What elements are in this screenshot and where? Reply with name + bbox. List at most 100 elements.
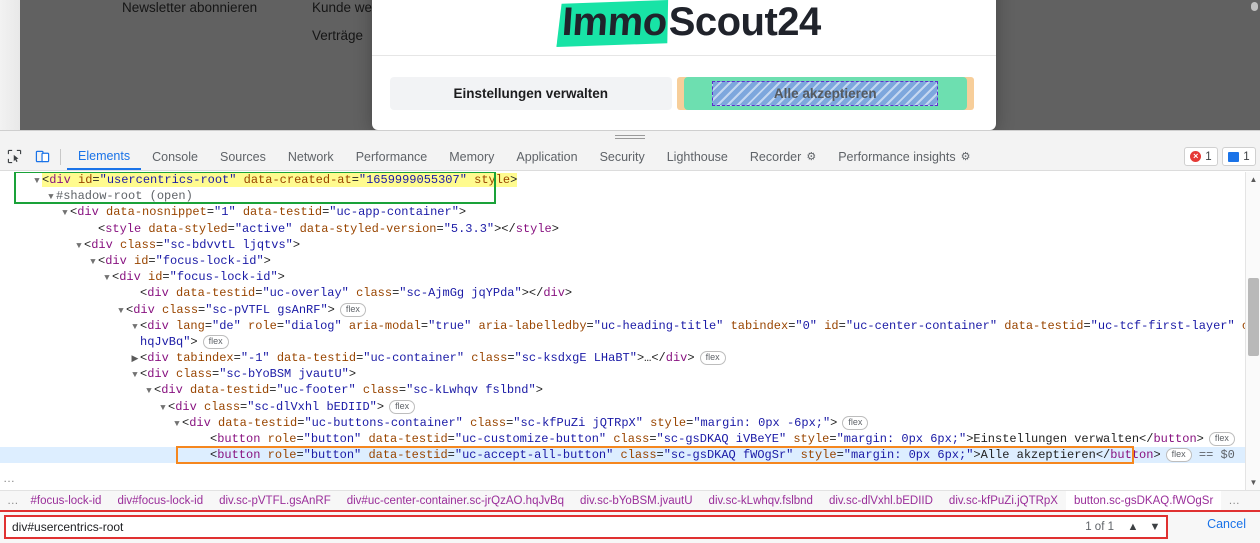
markup-token: "active" — [234, 221, 293, 236]
einstellungen-verwalten-button[interactable]: Einstellungen verwalten — [389, 76, 672, 110]
scroll-down-arrow-icon[interactable]: ▼ — [1246, 475, 1260, 490]
collapse-triangle-icon[interactable]: ▼ — [116, 303, 126, 319]
markup-token: div — [119, 270, 141, 285]
error-count-badge[interactable]: × 1 — [1184, 147, 1218, 166]
collapse-triangle-icon[interactable]: ▼ — [144, 383, 154, 399]
message-count-badge[interactable]: 1 — [1222, 147, 1256, 166]
markup-token: tabindex — [176, 351, 234, 366]
dom-tree-row[interactable]: ▼ <div data-nosnippet="1" data-testid="uc… — [0, 204, 1260, 220]
dom-tree-scrollbar[interactable]: ▲ ▼ — [1245, 172, 1260, 490]
dom-tree-row[interactable]: ▼ <div class="sc-bdvvtL ljqtvs"> — [0, 237, 1260, 253]
markup-token: lang — [176, 318, 205, 333]
dom-tree[interactable]: ▼ <div id="usercentrics-root" data-create… — [0, 172, 1260, 490]
breadcrumb-item[interactable]: div.sc-dlVxhl.bEDIID — [821, 491, 941, 510]
markup-token — [169, 319, 176, 333]
collapse-triangle-icon[interactable]: ▼ — [172, 416, 182, 432]
dom-tree-row[interactable]: <style data-styled="active" data-styled-… — [0, 221, 1260, 237]
flex-badge[interactable]: flex — [699, 351, 726, 366]
dom-tree-row[interactable]: ▼ <div lang="de" role="dialog" aria-modal… — [0, 318, 1260, 334]
markup-token: </ — [1139, 432, 1154, 446]
tab-console-label: Console — [152, 149, 198, 164]
flex-badge[interactable]: flex — [202, 334, 229, 349]
collapse-triangle-icon[interactable]: ▼ — [60, 205, 70, 221]
collapse-triangle-icon[interactable]: ▼ — [32, 173, 42, 189]
dom-tree-scrollbar-thumb[interactable] — [1248, 278, 1259, 356]
viewport-scrollbar-thumb[interactable] — [1251, 2, 1258, 11]
scroll-up-arrow-icon[interactable]: ▲ — [1246, 172, 1260, 187]
devtools-resize-handle[interactable] — [0, 131, 1260, 143]
tab-security[interactable]: Security — [589, 143, 656, 170]
flex-badge[interactable]: flex — [1208, 432, 1235, 446]
tab-network[interactable]: Network — [277, 143, 345, 170]
markup-token: div — [543, 286, 565, 301]
viewport-scrollbar[interactable] — [1249, 0, 1260, 130]
collapse-triangle-icon[interactable]: ▼ — [130, 367, 140, 383]
dom-tree-row[interactable]: ▶ <div tabindex="-1" data-testid="uc-cont… — [0, 350, 1260, 366]
search-next-button[interactable]: ▼ — [1144, 516, 1166, 538]
breadcrumb-item[interactable]: #focus-lock-id — [23, 491, 110, 510]
dom-tree-row[interactable]: <button role="button" data-testid="uc-cu… — [0, 431, 1260, 447]
search-input[interactable] — [6, 517, 1086, 537]
dom-tree-row[interactable]: ▼ <div data-testid="uc-footer" class="sc-… — [0, 382, 1260, 398]
tab-recorder[interactable]: Recorder ⚙ — [739, 143, 827, 170]
tab-console[interactable]: Console — [141, 143, 209, 170]
collapse-triangle-icon[interactable]: ▼ — [88, 254, 98, 270]
alle-akzeptieren-button-highlight-wrapper[interactable]: Alle akzeptieren — [677, 76, 974, 110]
collapse-triangle-icon[interactable]: ▼ — [74, 238, 84, 254]
flex-badge[interactable]: flex — [389, 399, 416, 414]
search-prev-button[interactable]: ▲ — [1122, 516, 1144, 538]
breadcrumb-item[interactable]: div.sc-kLwhqv.fslbnd — [701, 491, 821, 510]
search-field-wrapper[interactable]: 1 of 1 ▲ ▼ — [4, 515, 1168, 539]
browser-viewport: Newsletter abonnieren Kunde we Verträge … — [0, 0, 1260, 130]
markup-token — [1235, 319, 1242, 333]
markup-token — [236, 173, 243, 187]
flex-badge[interactable]: flex — [339, 302, 366, 317]
alle-akzeptieren-button-label: Alle akzeptieren — [773, 85, 877, 101]
collapse-triangle-icon[interactable]: ▼ — [130, 319, 140, 335]
tab-application[interactable]: Application — [505, 143, 588, 170]
markup-token: = — [649, 432, 657, 446]
tab-performance-insights[interactable]: Performance insights ⚙ — [827, 143, 981, 170]
expand-triangle-icon[interactable]: ▶ — [130, 351, 140, 367]
collapse-triangle-icon[interactable]: ▼ — [102, 270, 112, 286]
markup-token — [793, 448, 800, 462]
dom-tree-row[interactable]: ▼ <div id="usercentrics-root" data-create… — [0, 172, 1260, 188]
markup-token — [342, 319, 349, 333]
dom-tree-row[interactable]: ▼ <div class="sc-dlVxhl bEDIID"> flex — [0, 399, 1260, 415]
dom-tree-row[interactable]: ▼ <div id="focus-lock-id"> — [0, 253, 1260, 269]
breadcrumb-overflow-right[interactable]: … — [1221, 491, 1248, 510]
breadcrumb-item[interactable]: div.sc-bYoBSM.jvautU — [572, 491, 701, 510]
dom-tree-row[interactable]: ▼ <div class="sc-bYoBSM jvautU"> — [0, 366, 1260, 382]
dom-tree-overflow-ellipsis[interactable]: … — [3, 470, 15, 486]
dom-tree-row[interactable]: <button role="button" data-testid="uc-ac… — [0, 447, 1260, 464]
tab-lighthouse[interactable]: Lighthouse — [656, 143, 739, 170]
inspect-cursor-icon[interactable] — [0, 144, 28, 170]
breadcrumb-item[interactable]: div.sc-kfPuZi.jQTRpX — [941, 491, 1066, 510]
dom-tree-row[interactable]: ▼ <div data-testid="uc-buttons-container"… — [0, 415, 1260, 431]
dom-tree-row[interactable]: ▼ #shadow-root (open) — [0, 188, 1260, 204]
breadcrumb-item[interactable]: button.sc-gsDKAQ.fWOgSr — [1065, 491, 1222, 510]
tab-performance[interactable]: Performance — [345, 143, 439, 170]
dom-tree-row[interactable]: <div data-testid="uc-overlay" class="sc-… — [0, 285, 1260, 301]
markup-token: "margin: 0px -6px;" — [693, 415, 831, 430]
dom-tree-row[interactable]: ▼ <div id="focus-lock-id"> — [0, 269, 1260, 285]
flex-badge[interactable]: flex — [842, 415, 869, 430]
tab-memory[interactable]: Memory — [438, 143, 505, 170]
flex-badge[interactable]: flex — [1165, 448, 1192, 463]
breadcrumb[interactable]: … #focus-lock-id div#focus-lock-id div.sc-p… — [0, 490, 1260, 512]
markup-token: > — [551, 221, 559, 236]
breadcrumb-item[interactable]: div#uc-center-container.sc-jrQzAO.hqJvBq — [339, 491, 572, 510]
markup-token: "uc-center-container" — [845, 318, 998, 333]
breadcrumb-item[interactable]: div.sc-pVTFL.gsAnRF — [211, 491, 339, 510]
tab-sources[interactable]: Sources — [209, 143, 277, 170]
collapse-triangle-icon[interactable]: ▼ — [158, 400, 168, 416]
dom-tree-row[interactable]: ▼ <div class="sc-pVTFL gsAnRF"> flex — [0, 302, 1260, 318]
collapse-triangle-icon[interactable]: ▼ — [46, 189, 56, 205]
dom-tree-row[interactable]: hqJvBq"> flex — [0, 334, 1260, 350]
search-cancel-button[interactable]: Cancel — [1207, 517, 1246, 531]
device-toolbar-icon[interactable] — [28, 144, 56, 170]
breadcrumb-item[interactable]: div#focus-lock-id — [109, 491, 211, 510]
tab-elements[interactable]: Elements — [67, 143, 142, 170]
markup-token: div — [147, 367, 169, 382]
markup-token: "uc-buttons-container" — [304, 415, 463, 430]
